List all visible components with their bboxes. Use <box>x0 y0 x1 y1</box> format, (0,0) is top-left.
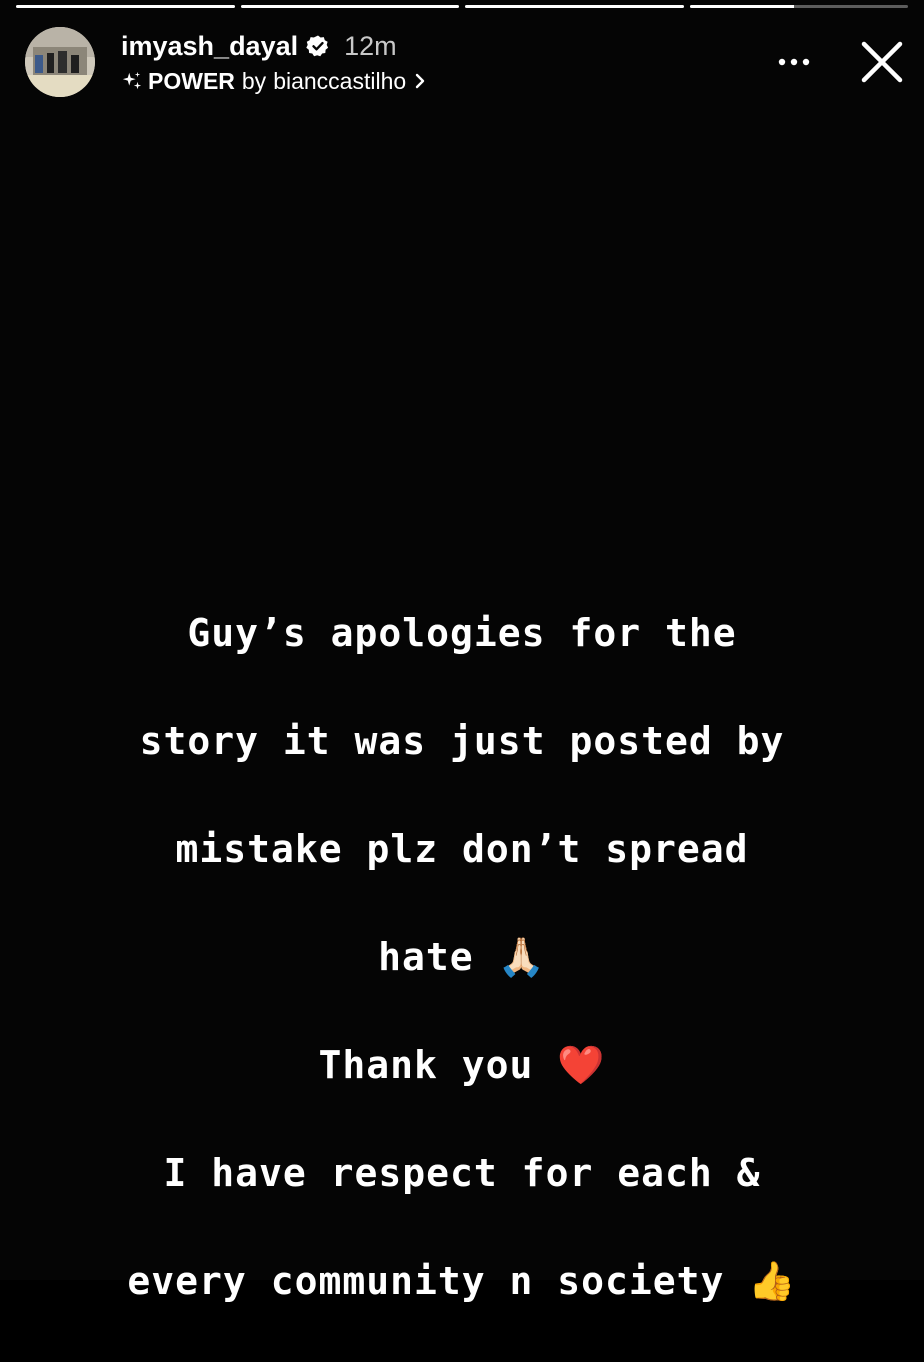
story-text-line: I have respect for each & <box>163 1151 761 1195</box>
story-text-line: Guy’s apologies for the <box>187 611 737 655</box>
story-text-line: Thank you ❤️ <box>318 1043 606 1087</box>
story-text-line: mistake plz don’t spread <box>175 827 749 871</box>
verified-badge-icon <box>306 35 329 57</box>
story-text-line: every community n society 👍 <box>127 1259 797 1303</box>
username[interactable]: imyash_dayal <box>121 31 298 62</box>
story-meta: imyash_dayal 12m POWER by bianccastilho <box>121 28 426 96</box>
chevron-right-icon <box>415 73 425 89</box>
story-text: Guy’s apologies for the story it was jus… <box>20 552 904 1362</box>
more-options-button[interactable] <box>772 44 816 80</box>
story-text-line: story it was just posted by <box>139 719 785 763</box>
user-row: imyash_dayal 12m <box>121 28 426 64</box>
sparkle-icon <box>122 71 142 90</box>
progress-segment <box>689 5 908 8</box>
music-row[interactable]: POWER by bianccastilho <box>121 66 426 96</box>
story-text-line: hate 🙏🏻 <box>378 935 546 979</box>
avatar[interactable] <box>25 27 95 97</box>
avatar-image <box>25 27 95 97</box>
progress-segment <box>16 5 235 8</box>
progress-fill <box>689 5 795 8</box>
progress-fill <box>240 5 459 8</box>
progress-segment <box>465 5 684 8</box>
progress-segment <box>240 5 459 8</box>
post-time: 12m <box>344 30 397 61</box>
more-icon <box>778 58 810 66</box>
close-icon <box>861 41 903 83</box>
progress-fill <box>465 5 684 8</box>
song-artist: bianccastilho <box>273 67 407 94</box>
story-progress-bar <box>16 5 908 8</box>
song-title: POWER <box>148 67 235 94</box>
progress-fill <box>16 5 235 8</box>
song-by-label: by <box>241 67 267 94</box>
close-button[interactable] <box>856 36 908 88</box>
